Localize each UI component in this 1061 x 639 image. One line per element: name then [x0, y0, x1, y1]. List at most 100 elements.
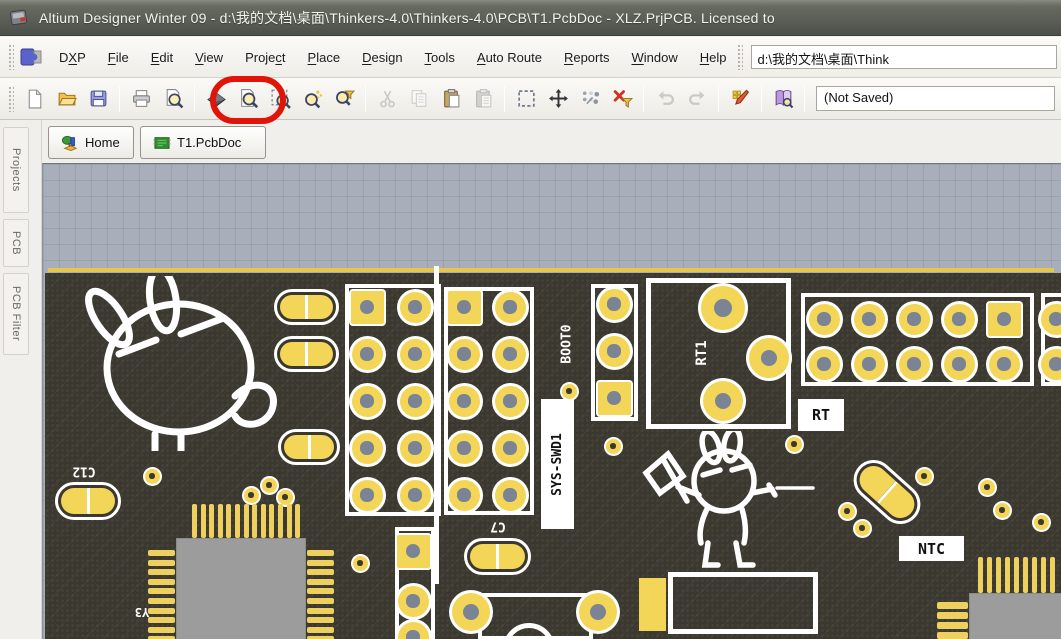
tab-home[interactable]: Home [48, 126, 134, 159]
board-edge-line [48, 268, 1054, 272]
menu-auto-route[interactable]: Auto Route [466, 45, 553, 70]
select-area-button[interactable] [512, 85, 540, 113]
qfp-pin [148, 569, 175, 575]
pad-round [400, 480, 431, 511]
paste-button[interactable] [437, 85, 465, 113]
pad-round [854, 304, 885, 335]
pad-round [449, 480, 480, 511]
qfp-pin [287, 504, 292, 538]
pad-hole [360, 300, 374, 314]
toolbar-separator [504, 86, 505, 112]
via [995, 503, 1010, 518]
pad-round [495, 292, 526, 323]
via-hole [859, 525, 864, 530]
pad-round [400, 339, 431, 370]
pcb-label-text: RT [812, 406, 830, 424]
via [855, 521, 870, 536]
open-document-button[interactable] [52, 85, 80, 113]
pad-hole [1049, 312, 1061, 325]
pad-round [400, 386, 431, 417]
pad-square-pin1 [397, 535, 430, 568]
pad-right [496, 544, 525, 569]
menu-view[interactable]: View [184, 45, 234, 70]
pad-large-round [749, 338, 789, 378]
qfp-pin [937, 632, 968, 639]
pad-left [470, 544, 496, 569]
cut-button[interactable] [373, 85, 401, 113]
zoom-point-button[interactable] [298, 85, 326, 113]
browse-components-button[interactable] [769, 85, 797, 113]
pad-hole [997, 357, 1010, 370]
file-path-box[interactable]: d:\我的文档\桌面\Think [751, 45, 1057, 69]
via-hole [1038, 519, 1043, 524]
pad-hole [997, 312, 1011, 326]
grid-preset-combo[interactable]: (Not Saved) [816, 86, 1055, 111]
pad-hole [607, 344, 620, 357]
via [353, 556, 368, 571]
qfp-pin [1032, 557, 1037, 593]
menu-file[interactable]: File [97, 45, 140, 70]
qfp-pin [307, 569, 334, 575]
redo-button[interactable] [683, 85, 711, 113]
pad-round [944, 349, 975, 380]
pathbox-grip[interactable] [737, 44, 743, 70]
via [145, 469, 160, 484]
deselect-all-button[interactable] [576, 85, 604, 113]
pcb-editor-canvas[interactable]: C12C7Y3BOOT0RT1SYS-SWD1RTNTC [42, 163, 1061, 639]
menu-help[interactable]: Help [689, 45, 738, 70]
menu-reports[interactable]: Reports [553, 45, 621, 70]
silkscreen-box [668, 572, 818, 634]
pcb-label-rt1: RT1 [694, 340, 710, 365]
qfp-pin [148, 608, 175, 614]
save-document-button[interactable] [84, 85, 112, 113]
menu-edit[interactable]: Edit [140, 45, 184, 70]
document-tab-bar: Home T1.PcbDoc [42, 120, 1061, 163]
qfp-pin [269, 504, 274, 538]
qfp-pin [261, 504, 266, 538]
tab-label: Home [85, 135, 120, 150]
qfp-pin [218, 504, 223, 538]
panel-tab-label: PCB [10, 225, 22, 261]
pcb-label-text: NTC [918, 540, 945, 558]
pad-left [61, 488, 87, 514]
pad-round [352, 386, 383, 417]
menu-design[interactable]: Design [351, 45, 413, 70]
pad-hole [907, 357, 920, 370]
via-hole [984, 484, 989, 489]
pad-hole [360, 394, 373, 407]
panel-tab-pcb[interactable]: PCB [3, 219, 29, 267]
menu-window[interactable]: Window [620, 45, 688, 70]
smd-two-pad-footprint [464, 538, 531, 575]
print-preview-button[interactable] [159, 85, 187, 113]
panel-tab-pcb-filter[interactable]: PCB Filter [3, 273, 29, 355]
via [562, 384, 577, 399]
undo-button[interactable] [651, 85, 679, 113]
smd-two-pad-footprint [55, 482, 121, 520]
qfp-pin [307, 598, 334, 604]
menu-place[interactable]: Place [297, 45, 352, 70]
zoom-selected-button[interactable] [330, 85, 358, 113]
panel-tab-projects[interactable]: Projects [3, 127, 29, 213]
qfp-pin [307, 617, 334, 623]
pad-round [495, 480, 526, 511]
pad-round [400, 292, 431, 323]
toolbar-separator [643, 86, 644, 112]
paste-array-button[interactable] [469, 85, 497, 113]
qfp-pin [996, 557, 1001, 593]
new-document-button[interactable] [20, 85, 48, 113]
menu-dxp[interactable]: DXP [48, 45, 97, 70]
toolbar-grip[interactable] [8, 86, 14, 112]
highlight-pen-button[interactable] [726, 85, 754, 113]
qfp-pin [1050, 557, 1055, 593]
menubar-grip[interactable] [8, 44, 14, 70]
menu-project[interactable]: Project [234, 45, 296, 70]
move-selection-button[interactable] [544, 85, 572, 113]
clear-filter-button[interactable] [608, 85, 636, 113]
copy-button[interactable] [405, 85, 433, 113]
pad-round [400, 433, 431, 464]
panel-tab-label: Projects [10, 142, 22, 198]
print-button[interactable] [127, 85, 155, 113]
menu-tools[interactable]: Tools [414, 45, 466, 70]
pad-round [809, 349, 840, 380]
tab-t1-pcbdoc[interactable]: T1.PcbDoc [140, 126, 266, 159]
